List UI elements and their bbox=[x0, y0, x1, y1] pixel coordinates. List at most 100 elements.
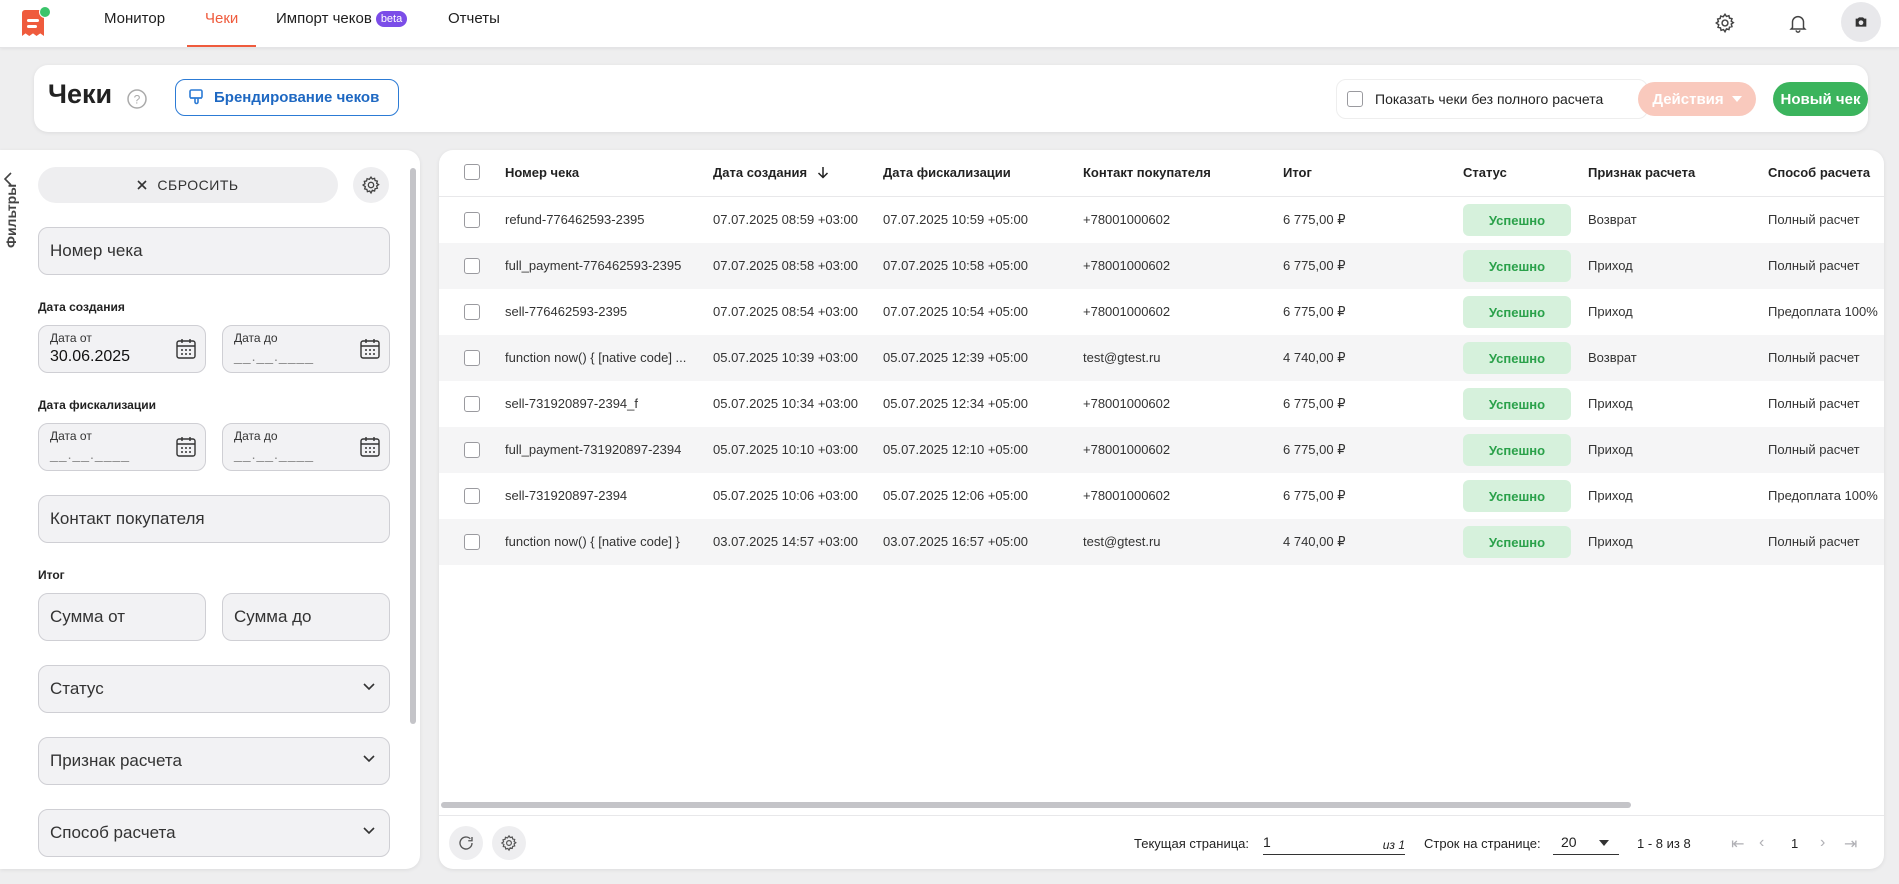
table-row[interactable]: sell-731920897-2394 05.07.2025 10:06 +03:… bbox=[439, 473, 1884, 519]
show-incomplete-label: Показать чеки без полного расчета bbox=[1375, 91, 1604, 107]
check-number-input[interactable]: Номер чека bbox=[38, 227, 390, 275]
calendar-icon[interactable] bbox=[360, 338, 380, 360]
chevron-down-icon bbox=[363, 683, 375, 691]
cell-check-number[interactable]: refund-776462593-2395 bbox=[505, 212, 645, 227]
filter-settings-gear-icon[interactable] bbox=[353, 167, 389, 203]
sum-from-input[interactable]: Сумма от bbox=[38, 593, 206, 641]
row-checkbox[interactable] bbox=[464, 534, 480, 550]
reset-filters-button[interactable]: СБРОСИТЬ bbox=[38, 167, 338, 203]
filters-side-tab[interactable]: Фильтры bbox=[0, 150, 20, 869]
show-incomplete-checkbox[interactable] bbox=[1347, 91, 1363, 107]
cell-payment-method: Полный расчет bbox=[1768, 212, 1860, 227]
cell-buyer-contact: +78001000602 bbox=[1083, 442, 1171, 457]
status-badge: Успешно bbox=[1463, 204, 1571, 236]
status-badge: Успешно bbox=[1463, 342, 1571, 374]
cell-buyer-contact: test@gtest.ru bbox=[1083, 534, 1161, 549]
avatar-camera-icon[interactable] bbox=[1841, 2, 1881, 42]
cell-total: 6 775,00 ₽ bbox=[1283, 258, 1346, 273]
status-badge: Успешно bbox=[1463, 250, 1571, 282]
row-checkbox[interactable] bbox=[464, 212, 480, 228]
table-row[interactable]: sell-731920897-2394_f 05.07.2025 10:34 +0… bbox=[439, 381, 1884, 427]
cell-fiscal-date: 05.07.2025 12:39 +05:00 bbox=[883, 350, 1028, 365]
row-checkbox[interactable] bbox=[464, 396, 480, 412]
row-checkbox[interactable] bbox=[464, 488, 480, 504]
payment-method-placeholder: Способ расчета bbox=[50, 823, 176, 842]
nav-tab-import[interactable]: Импорт чеков beta bbox=[276, 0, 408, 47]
cell-check-number[interactable]: sell-776462593-2395 bbox=[505, 304, 627, 319]
status-select[interactable]: Статус bbox=[38, 665, 390, 713]
prev-page-icon[interactable]: ‹ bbox=[1759, 834, 1764, 852]
table-row[interactable]: function now() { [native code] } 03.07.20… bbox=[439, 519, 1884, 565]
nav-tab-reports[interactable]: Отчеты bbox=[448, 0, 500, 47]
status-badge: Успешно bbox=[1463, 296, 1571, 328]
fiscal-date-from-input[interactable]: Дата от __.__.____ bbox=[38, 423, 206, 471]
next-page-icon[interactable]: › bbox=[1820, 834, 1825, 852]
sum-to-input[interactable]: Сумма до bbox=[222, 593, 390, 641]
table-settings-gear-icon[interactable] bbox=[492, 826, 526, 860]
cell-check-number[interactable]: function now() { [native code] } bbox=[505, 534, 680, 549]
payment-method-select[interactable]: Способ расчета bbox=[38, 809, 390, 857]
column-header-contact[interactable]: Контакт покупателя bbox=[1083, 165, 1211, 180]
calendar-icon[interactable] bbox=[176, 436, 196, 458]
rows-per-page-select[interactable]: 20 bbox=[1553, 830, 1619, 855]
show-incomplete-filter[interactable]: Показать чеки без полного расчета bbox=[1336, 79, 1648, 119]
column-header-sign[interactable]: Признак расчета bbox=[1588, 165, 1695, 180]
caret-down-icon bbox=[1731, 96, 1742, 102]
calendar-icon[interactable] bbox=[176, 338, 196, 360]
table-row[interactable]: refund-776462593-2395 07.07.2025 08:59 +0… bbox=[439, 197, 1884, 243]
table-row[interactable]: function now() { [native code] ... 05.07.… bbox=[439, 335, 1884, 381]
payment-sign-select[interactable]: Признак расчета bbox=[38, 737, 390, 785]
row-checkbox[interactable] bbox=[464, 258, 480, 274]
column-header-method[interactable]: Способ расчета bbox=[1768, 165, 1870, 180]
cell-buyer-contact: +78001000602 bbox=[1083, 304, 1171, 319]
row-checkbox[interactable] bbox=[464, 442, 480, 458]
created-date-from-input[interactable]: Дата от 30.06.2025 bbox=[38, 325, 206, 373]
column-header-status[interactable]: Статус bbox=[1463, 165, 1507, 180]
cell-check-number[interactable]: full_payment-776462593-2395 bbox=[505, 258, 681, 273]
bell-icon[interactable] bbox=[1780, 5, 1816, 41]
page-number[interactable]: 1 bbox=[1791, 836, 1798, 851]
column-header-number[interactable]: Номер чека bbox=[505, 165, 579, 180]
status-badge: Успешно bbox=[1463, 526, 1571, 558]
column-header-total[interactable]: Итог bbox=[1283, 165, 1312, 180]
new-check-button[interactable]: Новый чек bbox=[1773, 82, 1868, 116]
fiscal-date-label: Дата фискализации bbox=[38, 398, 156, 412]
actions-button[interactable]: Действия bbox=[1638, 82, 1756, 116]
date-from-label: Дата от bbox=[50, 429, 92, 443]
cell-created-date: 03.07.2025 14:57 +03:00 bbox=[713, 534, 858, 549]
select-all-checkbox[interactable] bbox=[464, 164, 480, 180]
gear-icon[interactable] bbox=[1707, 5, 1743, 41]
last-page-icon[interactable]: ⇥ bbox=[1844, 834, 1857, 854]
column-header-fiscal[interactable]: Дата фискализации bbox=[883, 165, 1011, 180]
cell-created-date: 07.07.2025 08:58 +03:00 bbox=[713, 258, 858, 273]
filters-scrollbar[interactable] bbox=[410, 168, 416, 724]
current-page-input[interactable]: 1 из 1 bbox=[1263, 830, 1405, 855]
fiscal-date-to-input[interactable]: Дата до __.__.____ bbox=[222, 423, 390, 471]
table-row[interactable]: sell-776462593-2395 07.07.2025 08:54 +03:… bbox=[439, 289, 1884, 335]
cell-check-number[interactable]: sell-731920897-2394 bbox=[505, 488, 627, 503]
table-horizontal-scrollbar[interactable] bbox=[441, 802, 1631, 808]
refresh-icon[interactable] bbox=[449, 826, 483, 860]
first-page-icon[interactable]: ⇤ bbox=[1731, 834, 1744, 854]
created-date-to-input[interactable]: Дата до __.__.____ bbox=[222, 325, 390, 373]
row-checkbox[interactable] bbox=[464, 304, 480, 320]
row-checkbox[interactable] bbox=[464, 350, 480, 366]
table-row[interactable]: full_payment-731920897-2394 05.07.2025 10… bbox=[439, 427, 1884, 473]
cell-created-date: 05.07.2025 10:39 +03:00 bbox=[713, 350, 858, 365]
cell-payment-method: Полный расчет bbox=[1768, 396, 1860, 411]
sort-arrow-down-icon[interactable] bbox=[817, 166, 829, 179]
cell-check-number[interactable]: sell-731920897-2394_f bbox=[505, 396, 638, 411]
table-row[interactable]: full_payment-776462593-2395 07.07.2025 08… bbox=[439, 243, 1884, 289]
branding-button[interactable]: Брендирование чеков bbox=[175, 79, 399, 116]
cell-check-number[interactable]: function now() { [native code] ... bbox=[505, 350, 686, 365]
created-date-from-value: 30.06.2025 bbox=[50, 348, 131, 365]
app-logo[interactable] bbox=[22, 6, 51, 36]
buyer-contact-input[interactable]: Контакт покупателя bbox=[38, 495, 390, 543]
help-icon[interactable]: ? bbox=[127, 89, 147, 109]
nav-tab-monitor[interactable]: Монитор bbox=[104, 0, 165, 47]
calendar-icon[interactable] bbox=[360, 436, 380, 458]
cell-total: 6 775,00 ₽ bbox=[1283, 396, 1346, 411]
column-header-created[interactable]: Дата создания bbox=[713, 165, 829, 180]
nav-tab-checks[interactable]: Чеки bbox=[186, 0, 257, 47]
cell-check-number[interactable]: full_payment-731920897-2394 bbox=[505, 442, 681, 457]
